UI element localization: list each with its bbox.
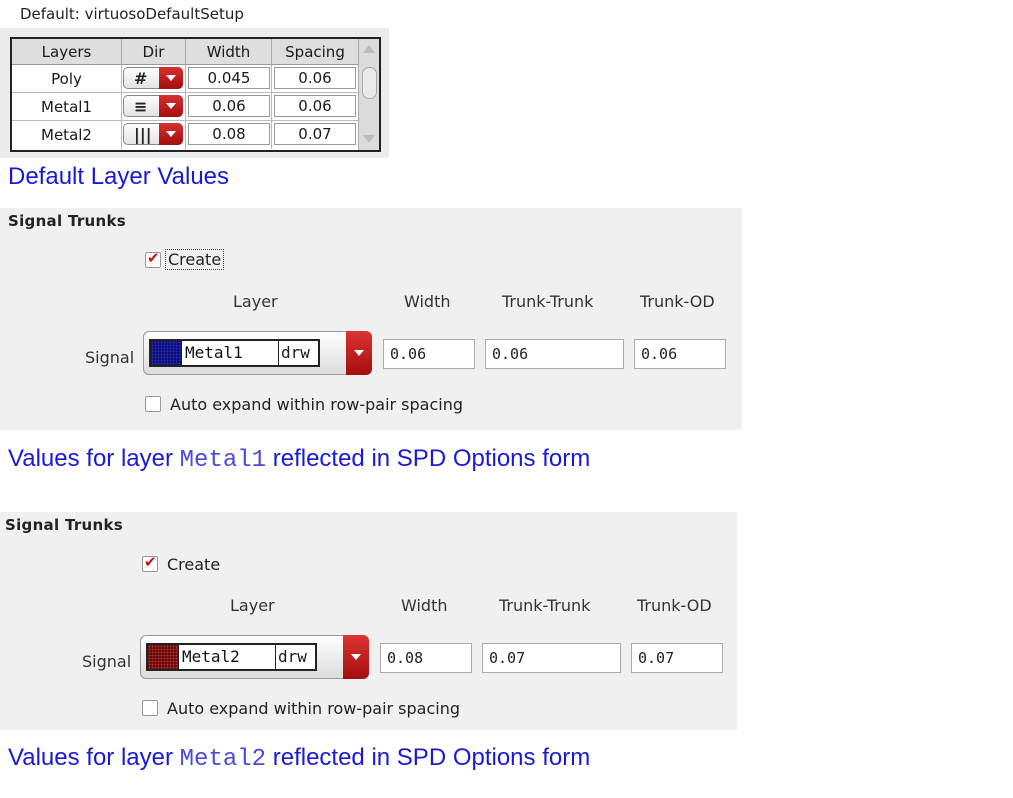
column-header-trunk-trunk: Trunk-Trunk (502, 292, 594, 311)
table-row-spacing-cell: 0.06 (272, 93, 359, 121)
caption-default-layer-values: Default Layer Values (8, 163, 230, 190)
table-row-dir-cell: ≡ (122, 93, 186, 121)
width-input[interactable]: 0.08 (380, 643, 472, 673)
layer-color-swatch-icon (148, 645, 179, 669)
section-title: Signal Trunks (5, 516, 123, 534)
table-row-dir-cell: # (122, 65, 186, 93)
direction-select[interactable]: ||| (123, 123, 183, 145)
scrollbar-thumb[interactable] (362, 67, 377, 99)
scroll-down-icon[interactable] (363, 135, 375, 143)
spacing-field[interactable]: 0.06 (274, 95, 356, 117)
setup-name-label: Default: virtuosoDefaultSetup (20, 5, 244, 23)
table-row-width-cell: 0.08 (186, 121, 272, 149)
trunk-trunk-input[interactable]: 0.07 (482, 643, 621, 673)
dropdown-arrow-icon[interactable] (159, 123, 183, 145)
selected-layer-purpose: drw (275, 645, 317, 669)
create-label-text: Create (165, 249, 225, 270)
column-header-width: Width (404, 292, 451, 311)
width-field[interactable]: 0.08 (188, 123, 270, 145)
layer-color-swatch-icon (151, 341, 182, 365)
direction-select[interactable]: ≡ (123, 95, 183, 117)
table-row-layer[interactable]: Metal1 (12, 93, 122, 121)
row-label-signal: Signal (85, 348, 135, 367)
table-row-dir-cell: ||| (122, 121, 186, 149)
vertical-direction-icon: ||| (134, 125, 152, 144)
layer-select-display: Metal1 drw (149, 339, 320, 367)
auto-expand-label[interactable]: Auto expand within row-pair spacing (167, 699, 460, 718)
layer-select-display: Metal2 drw (146, 643, 317, 671)
grid-direction-icon: # (134, 69, 148, 88)
table-row-spacing-cell: 0.06 (272, 65, 359, 93)
table-row-layer[interactable]: Poly (12, 65, 122, 93)
column-header-dir[interactable]: Dir (122, 39, 186, 65)
width-input[interactable]: 0.06 (383, 339, 475, 369)
column-header-width[interactable]: Width (186, 39, 272, 65)
spd-signal-trunks-panel-metal1: Signal Trunks Create Layer Width Trunk-T… (0, 208, 742, 430)
horizontal-direction-icon: ≡ (134, 97, 148, 116)
spd-signal-trunks-panel-metal2: Signal Trunks Create Layer Width Trunk-T… (0, 512, 737, 730)
default-layer-table-panel: Layers Dir Width Spacing Poly # 0.045 0.… (0, 28, 389, 158)
create-label[interactable]: Create (167, 555, 220, 574)
create-checkbox[interactable] (145, 249, 161, 268)
trunk-trunk-input[interactable]: 0.06 (485, 339, 624, 369)
caption-suffix: reflected in SPD Options form (266, 445, 591, 472)
caption-metal2: Values for layer Metal2 reflected in SPD… (8, 744, 590, 773)
column-header-layer: Layer (233, 292, 278, 311)
column-header-layers[interactable]: Layers (12, 39, 122, 65)
selected-layer-purpose: drw (278, 341, 320, 365)
scroll-up-icon[interactable] (363, 45, 375, 53)
table-row-width-cell: 0.045 (186, 65, 272, 93)
trunk-od-input[interactable]: 0.06 (634, 339, 726, 369)
auto-expand-label[interactable]: Auto expand within row-pair spacing (170, 395, 463, 414)
caption-layer-code: Metal1 (179, 447, 267, 474)
direction-select[interactable]: # (123, 67, 183, 89)
table-scrollbar[interactable] (358, 39, 379, 150)
spacing-field[interactable]: 0.07 (274, 123, 356, 145)
width-field[interactable]: 0.045 (188, 67, 270, 89)
section-title: Signal Trunks (8, 212, 126, 230)
column-header-spacing[interactable]: Spacing (272, 39, 359, 65)
column-header-trunk-trunk: Trunk-Trunk (499, 596, 591, 615)
selected-layer-name: Metal2 (182, 647, 240, 666)
table-row-width-cell: 0.06 (186, 93, 272, 121)
trunk-od-input[interactable]: 0.07 (631, 643, 723, 673)
create-checkbox[interactable] (142, 553, 158, 572)
column-header-trunk-od: Trunk-OD (640, 292, 715, 311)
layer-select-combo[interactable]: Metal2 drw (140, 635, 369, 679)
auto-expand-checkbox[interactable] (145, 396, 161, 412)
selected-layer-name: Metal1 (185, 343, 243, 362)
table-row-spacing-cell: 0.07 (272, 121, 359, 149)
dropdown-arrow-icon[interactable] (346, 331, 372, 375)
create-label[interactable]: Create (165, 249, 225, 270)
layer-select-combo[interactable]: Metal1 drw (143, 331, 372, 375)
dropdown-arrow-icon[interactable] (159, 67, 183, 89)
dropdown-arrow-icon[interactable] (343, 635, 369, 679)
width-field[interactable]: 0.06 (188, 95, 270, 117)
row-label-signal: Signal (82, 652, 132, 671)
layer-table: Layers Dir Width Spacing Poly # 0.045 0.… (10, 37, 381, 152)
caption-prefix: Values for layer (8, 744, 180, 771)
column-header-trunk-od: Trunk-OD (637, 596, 712, 615)
dropdown-arrow-icon[interactable] (159, 95, 183, 117)
column-header-width: Width (401, 596, 448, 615)
column-header-layer: Layer (230, 596, 275, 615)
caption-layer-code: Metal2 (179, 746, 267, 773)
caption-metal1: Values for layer Metal1 reflected in SPD… (8, 445, 590, 474)
caption-prefix: Values for layer (8, 445, 180, 472)
caption-suffix: reflected in SPD Options form (266, 744, 591, 771)
table-row-layer[interactable]: Metal2 (12, 121, 122, 149)
auto-expand-checkbox[interactable] (142, 700, 158, 716)
spacing-field[interactable]: 0.06 (274, 67, 356, 89)
